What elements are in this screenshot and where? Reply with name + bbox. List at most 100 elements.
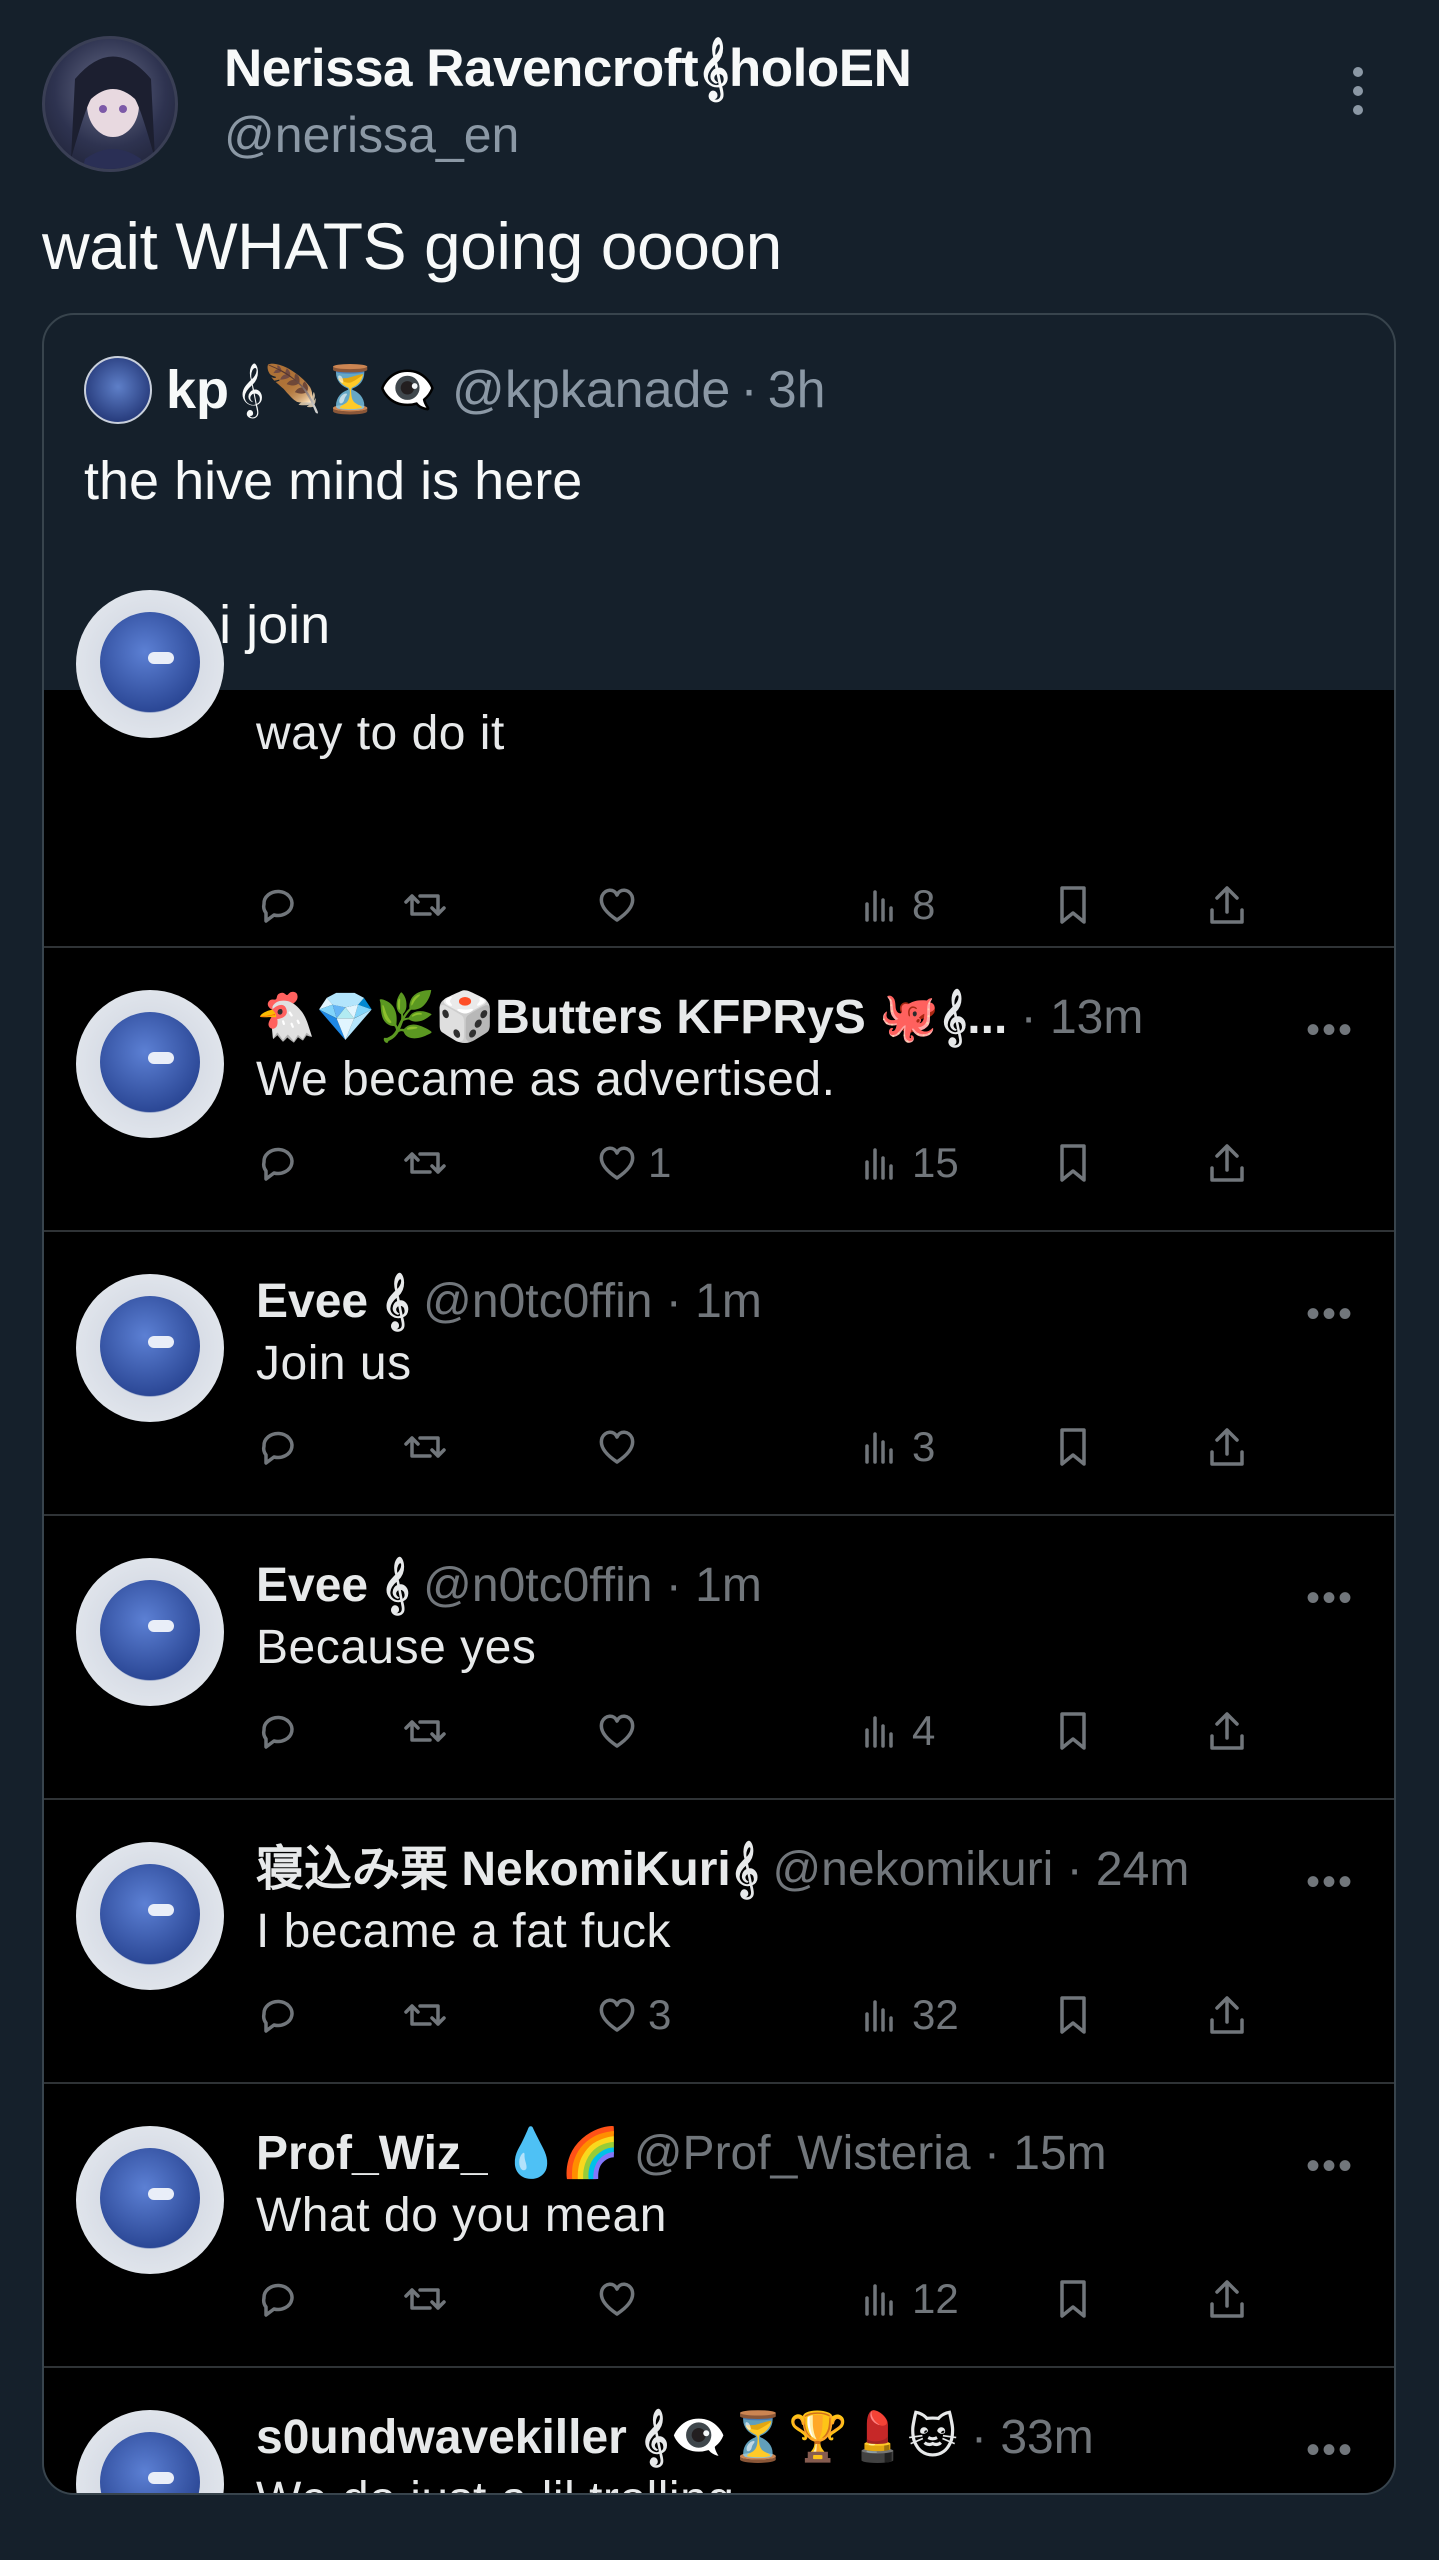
reply-author-name[interactable]: Prof_Wiz_ 💧🌈 bbox=[256, 2127, 620, 2180]
bookmark-button[interactable] bbox=[1050, 1138, 1096, 1188]
reply-avatar[interactable] bbox=[76, 1274, 224, 1422]
more-icon[interactable]: ••• bbox=[1306, 2428, 1354, 2473]
reply-avatar[interactable] bbox=[76, 2410, 224, 2493]
retweet-button[interactable] bbox=[402, 1706, 448, 1756]
reply-button[interactable] bbox=[256, 1422, 302, 1472]
views-icon bbox=[865, 2284, 893, 2316]
reply-avatar[interactable] bbox=[76, 590, 224, 738]
reply-timestamp[interactable]: 33m bbox=[1000, 2411, 1093, 2464]
bookmark-button[interactable] bbox=[1050, 880, 1096, 930]
bookmark-button[interactable] bbox=[1050, 2274, 1096, 2324]
reply-text: Join us bbox=[256, 1337, 412, 1390]
reply-avatar[interactable] bbox=[76, 1842, 224, 1990]
views-button[interactable]: 3 bbox=[858, 1422, 935, 1472]
more-icon[interactable]: ••• bbox=[1306, 1008, 1354, 1053]
views-button[interactable]: 8 bbox=[858, 880, 935, 930]
like-button[interactable] bbox=[594, 1422, 648, 1472]
share-icon bbox=[1210, 1712, 1244, 1750]
retweet-icon bbox=[404, 2004, 446, 2026]
share-button[interactable] bbox=[1204, 1706, 1250, 1756]
author-name[interactable]: Nerissa Ravencroft𝄞holoEN bbox=[224, 38, 912, 100]
share-icon bbox=[1210, 886, 1244, 924]
reply-item[interactable]: Evee 𝄞 @n0tc0ffin · 1m ••• Join us 3 bbox=[44, 1232, 1394, 1516]
like-button[interactable]: 1 bbox=[594, 1138, 671, 1188]
like-button[interactable] bbox=[594, 1706, 648, 1756]
like-button[interactable]: 3 bbox=[594, 1990, 671, 2040]
reply-timestamp[interactable]: 1m bbox=[695, 1275, 762, 1328]
reply-avatar[interactable] bbox=[76, 990, 224, 1138]
retweet-button[interactable] bbox=[402, 1138, 448, 1188]
share-icon bbox=[1210, 2280, 1244, 2318]
reply-avatar[interactable] bbox=[76, 2126, 224, 2274]
reply-timestamp[interactable]: 13m bbox=[1050, 991, 1143, 1044]
reply-timestamp[interactable]: 1m bbox=[695, 1559, 762, 1612]
reply-item[interactable]: Prof_Wiz_ 💧🌈 @Prof_Wisteria · 15m ••• What… bbox=[44, 2084, 1394, 2368]
reply-author-name[interactable]: s0undwavekiller 𝄞👁‍🗨⏳🏆💄🐱 bbox=[256, 2411, 958, 2464]
retweet-button[interactable] bbox=[402, 1990, 448, 2040]
views-button[interactable]: 32 bbox=[858, 1990, 959, 2040]
quote-author-handle[interactable]: @kpkanade bbox=[452, 360, 730, 420]
reply-button[interactable] bbox=[256, 1706, 302, 1756]
more-icon[interactable]: ••• bbox=[1306, 1860, 1354, 1905]
like-button[interactable] bbox=[594, 880, 648, 930]
reply-author-handle[interactable]: @Prof_Wisteria bbox=[634, 2127, 971, 2180]
reply-timestamp[interactable]: 24m bbox=[1096, 1843, 1189, 1896]
reply-icon bbox=[261, 1431, 294, 1465]
more-icon[interactable] bbox=[1352, 66, 1364, 116]
views-button[interactable]: 15 bbox=[858, 1138, 959, 1188]
views-icon bbox=[865, 2000, 893, 2032]
reply-author-name[interactable]: Evee 𝄞 bbox=[256, 1559, 410, 1612]
reply-author-name[interactable]: 寝込み栗 NekomiKuri𝄞 bbox=[256, 1843, 759, 1896]
bookmark-button[interactable] bbox=[1050, 1422, 1096, 1472]
reply-item[interactable]: way to do it 8 bbox=[44, 590, 1394, 948]
reply-author-handle[interactable]: @n0tc0ffin bbox=[423, 1275, 652, 1328]
reply-author-handle[interactable]: @n0tc0ffin bbox=[423, 1559, 652, 1612]
share-button[interactable] bbox=[1204, 1422, 1250, 1472]
retweet-icon bbox=[404, 894, 446, 916]
views-button[interactable]: 12 bbox=[858, 2274, 959, 2324]
bookmark-button[interactable] bbox=[1050, 1706, 1096, 1756]
author-avatar[interactable] bbox=[42, 36, 178, 172]
retweet-button[interactable] bbox=[402, 880, 448, 930]
post-text: wait WHATS going oooon bbox=[42, 209, 782, 283]
share-button[interactable] bbox=[1204, 1990, 1250, 2040]
share-button[interactable] bbox=[1204, 1138, 1250, 1188]
more-icon[interactable]: ••• bbox=[1306, 1292, 1354, 1337]
avatar-art bbox=[71, 56, 155, 169]
reply-item[interactable]: s0undwavekiller 𝄞👁‍🗨⏳🏆💄🐱 · 33m ••• We do j… bbox=[44, 2368, 1394, 2493]
quote-avatar[interactable] bbox=[84, 356, 152, 424]
views-button[interactable]: 4 bbox=[858, 1706, 935, 1756]
reply-button[interactable] bbox=[256, 880, 302, 930]
reply-item[interactable]: Evee 𝄞 @n0tc0ffin · 1m ••• Because yes 4 bbox=[44, 1516, 1394, 1800]
reply-item[interactable]: 寝込み栗 NekomiKuri𝄞 @nekomikuri · 24m ••• I b… bbox=[44, 1800, 1394, 2084]
reply-header: Evee 𝄞 @n0tc0ffin · 1m bbox=[256, 1272, 762, 1332]
reply-button[interactable] bbox=[256, 2274, 302, 2324]
share-button[interactable] bbox=[1204, 880, 1250, 930]
reply-text: We became as advertised. bbox=[256, 1053, 836, 1106]
reply-button[interactable] bbox=[256, 1990, 302, 2040]
retweet-button[interactable] bbox=[402, 1422, 448, 1472]
quote-timestamp[interactable]: 3h bbox=[768, 360, 826, 420]
bookmark-icon bbox=[1060, 1712, 1086, 1750]
reply-button[interactable] bbox=[256, 1138, 302, 1188]
reply-author-handle[interactable]: @nekomikuri bbox=[772, 1843, 1053, 1896]
quote-author-name[interactable]: kp bbox=[166, 359, 229, 421]
reply-header: Prof_Wiz_ 💧🌈 @Prof_Wisteria · 15m bbox=[256, 2124, 1107, 2184]
more-icon[interactable]: ••• bbox=[1306, 2144, 1354, 2189]
quoted-post[interactable]: kp 𝄞🪶⏳👁‍🗨 @kpkanade · 3h the hive mind i… bbox=[42, 313, 1396, 2495]
reply-avatar[interactable] bbox=[76, 1558, 224, 1706]
retweet-button[interactable] bbox=[402, 2274, 448, 2324]
reply-author-name[interactable]: 🐔💎🌿🎲Butters KFPRyS 🐙𝄞... bbox=[256, 991, 1007, 1044]
like-button[interactable] bbox=[594, 2274, 648, 2324]
reply-text: We do just a lil trolling bbox=[256, 2472, 734, 2493]
bookmark-button[interactable] bbox=[1050, 1990, 1096, 2040]
like-icon bbox=[599, 1430, 635, 1464]
reply-item[interactable]: 🐔💎🌿🎲Butters KFPRyS 🐙𝄞... · 13m ••• We beca… bbox=[44, 948, 1394, 1232]
more-icon[interactable]: ••• bbox=[1306, 1576, 1354, 1621]
share-button[interactable] bbox=[1204, 2274, 1250, 2324]
reply-timestamp[interactable]: 15m bbox=[1013, 2127, 1106, 2180]
views-count: 32 bbox=[912, 1991, 959, 2038]
author-handle[interactable]: @nerissa_en bbox=[224, 106, 519, 164]
views-count: 15 bbox=[912, 1139, 959, 1186]
reply-author-name[interactable]: Evee 𝄞 bbox=[256, 1275, 410, 1328]
